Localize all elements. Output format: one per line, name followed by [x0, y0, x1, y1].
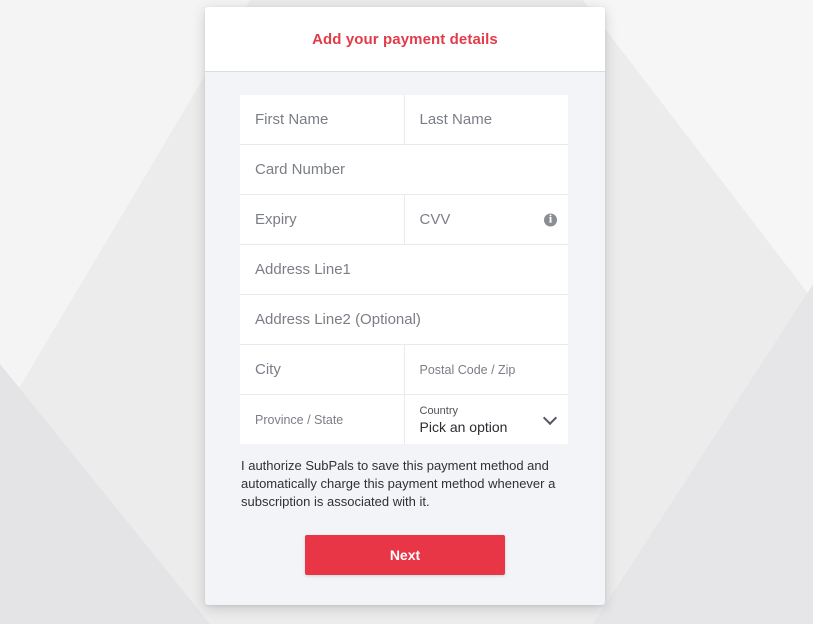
first-name-field[interactable]: First Name	[240, 95, 404, 144]
expiry-field[interactable]: Expiry	[240, 195, 404, 244]
postal-code-field[interactable]: Postal Code / Zip	[403, 345, 569, 394]
name-row: First Name Last Name	[240, 95, 568, 145]
background-shape	[0, 364, 210, 624]
payment-form: First Name Last Name Card Number Expiry …	[240, 95, 568, 444]
first-name-placeholder: First Name	[255, 111, 329, 128]
address-line1-field[interactable]: Address Line1	[240, 245, 568, 294]
city-postal-row: City Postal Code / Zip	[240, 345, 568, 395]
city-field[interactable]: City	[240, 345, 404, 394]
postal-code-placeholder: Postal Code / Zip	[419, 362, 516, 377]
card-number-row: Card Number	[240, 145, 568, 195]
country-selected-value: Pick an option	[419, 418, 508, 435]
payment-card: Add your payment details First Name Last…	[205, 7, 605, 605]
expiry-placeholder: Expiry	[255, 211, 297, 228]
background-shape	[593, 284, 813, 624]
expiry-cvv-row: Expiry CVV i	[240, 195, 568, 245]
city-placeholder: City	[255, 361, 281, 378]
province-placeholder: Province / State	[255, 412, 344, 427]
card-header: Add your payment details	[205, 7, 605, 72]
cvv-field[interactable]: CVV i	[403, 195, 569, 244]
next-button[interactable]: Next	[305, 535, 505, 575]
last-name-placeholder: Last Name	[419, 111, 493, 128]
address-line2-row: Address Line2 (Optional)	[240, 295, 568, 345]
address-line2-placeholder: Address Line2 (Optional)	[255, 311, 421, 328]
page-title: Add your payment details	[312, 30, 498, 48]
background-shape	[583, 0, 813, 300]
address-line1-placeholder: Address Line1	[255, 261, 351, 278]
country-select[interactable]: Country Pick an option	[403, 395, 569, 444]
chevron-down-icon[interactable]	[542, 410, 558, 425]
cvv-placeholder: CVV	[419, 211, 451, 228]
card-number-field[interactable]: Card Number	[240, 145, 568, 194]
info-icon[interactable]: i	[544, 213, 557, 226]
consent-text: I authorize SubPals to save this payment…	[241, 458, 556, 509]
address-line1-row: Address Line1	[240, 245, 568, 295]
address-line2-field[interactable]: Address Line2 (Optional)	[240, 295, 568, 344]
province-country-row: Province / State Country Pick an option	[240, 395, 568, 444]
last-name-field[interactable]: Last Name	[403, 95, 569, 144]
country-label: Country	[419, 404, 459, 417]
card-number-placeholder: Card Number	[255, 161, 346, 178]
province-field[interactable]: Province / State	[240, 395, 404, 444]
